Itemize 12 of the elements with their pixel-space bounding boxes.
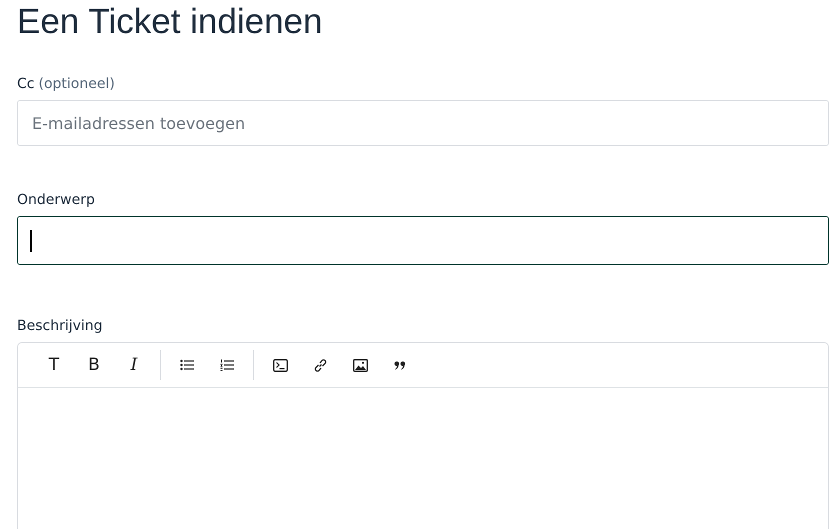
text-cursor [30,230,32,252]
subject-input-field[interactable] [17,216,829,265]
field-label: Beschrijving [17,318,103,334]
field-label: Cc [17,76,34,92]
email-input-field[interactable]: E-mailadressen toevoegen [17,100,829,146]
optional-hint: (optioneel) [38,76,115,92]
description-editor[interactable]: T B I [17,342,829,529]
field-label: Onderwerp [17,192,95,208]
format-button[interactable]: B [74,350,114,380]
page-title: Een Ticket indienen [17,1,324,43]
format-button[interactable]: I [114,350,154,380]
format-button[interactable]: T [34,350,74,380]
